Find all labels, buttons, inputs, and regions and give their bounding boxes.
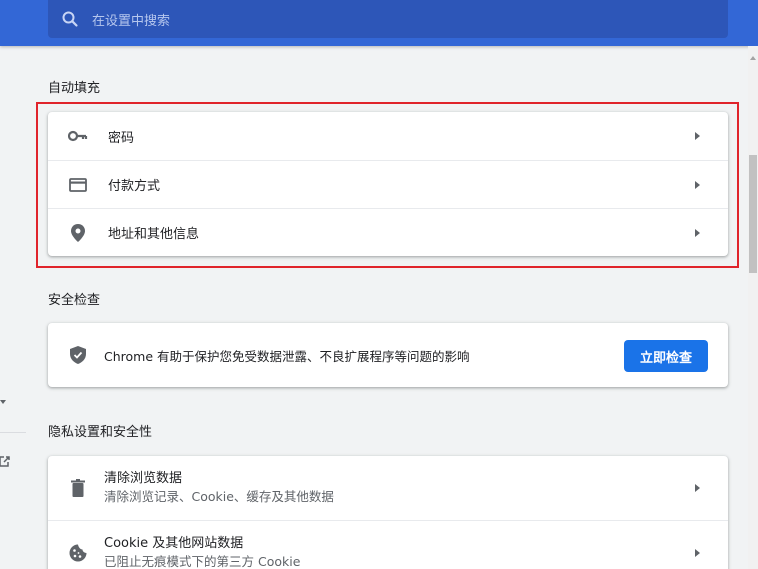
privacy-item-cookies[interactable]: Cookie 及其他网站数据 已阻止无痕模式下的第三方 Cookie <box>48 520 728 569</box>
chevron-right-icon <box>695 228 700 237</box>
chevron-right-icon <box>695 132 700 140</box>
safety-check-description: Chrome 有助于保护您免受数据泄露、不良扩展程序等问题的影响 <box>104 348 470 364</box>
autofill-item-label: 地址和其他信息 <box>108 227 200 242</box>
autofill-item-payment[interactable]: 付款方式 <box>48 160 728 208</box>
autofill-item-label: 密码 <box>108 130 135 146</box>
search-bar[interactable]: 在设置中搜索 <box>48 0 728 38</box>
sidebar-expand-icon[interactable] <box>0 400 6 404</box>
key-icon <box>68 126 88 146</box>
cookie-icon <box>68 543 88 563</box>
privacy-item-text: Cookie 及其他网站数据 已阻止无痕模式下的第三方 Cookie <box>104 535 300 569</box>
chevron-right-icon <box>695 484 700 492</box>
scrollbar-thumb[interactable] <box>749 155 757 273</box>
privacy-item-subtitle: 已阻止无痕模式下的第三方 Cookie <box>104 553 301 569</box>
location-pin-icon <box>68 223 88 243</box>
autofill-item-passwords[interactable]: 密码 <box>48 112 728 160</box>
scroll-up-arrow-icon[interactable] <box>750 56 756 60</box>
shield-check-icon <box>68 345 88 365</box>
search-input[interactable]: 在设置中搜索 <box>92 10 170 29</box>
settings-page: 在设置中搜索 自动填充 密码 付款方式 地址和其他信息 安全检查 Chrome … <box>0 0 758 569</box>
privacy-item-clear-data[interactable]: 清除浏览数据 清除浏览记录、Cookie、缓存及其他数据 <box>48 456 728 520</box>
chevron-right-icon <box>695 180 700 189</box>
privacy-item-title: 清除浏览数据 <box>104 471 183 486</box>
privacy-section-title: 隐私设置和安全性 <box>48 425 153 440</box>
privacy-card: 清除浏览数据 清除浏览记录、Cookie、缓存及其他数据 Cookie 及其他网… <box>48 456 728 569</box>
autofill-section-title: 自动填充 <box>48 81 101 96</box>
autofill-item-addresses[interactable]: 地址和其他信息 <box>48 208 728 256</box>
safety-check-row: Chrome 有助于保护您免受数据泄露、不良扩展程序等问题的影响 立即检查 <box>48 323 728 387</box>
trash-icon <box>68 478 88 498</box>
autofill-card: 密码 付款方式 地址和其他信息 <box>48 112 728 256</box>
chevron-right-icon <box>695 548 700 557</box>
privacy-item-title: Cookie 及其他网站数据 <box>104 535 244 551</box>
privacy-item-subtitle: 清除浏览记录、Cookie、缓存及其他数据 <box>104 489 334 504</box>
sidebar-divider <box>0 432 26 433</box>
open-external-icon[interactable] <box>0 452 10 467</box>
safety-card: Chrome 有助于保护您免受数据泄露、不良扩展程序等问题的影响 立即检查 <box>48 323 728 387</box>
autofill-item-label: 付款方式 <box>108 179 161 194</box>
search-icon <box>61 10 79 28</box>
credit-card-icon <box>68 175 88 195</box>
safety-section-title: 安全检查 <box>48 293 101 308</box>
scrollbar-track[interactable] <box>748 46 758 569</box>
check-now-button[interactable]: 立即检查 <box>624 340 708 372</box>
settings-header: 在设置中搜索 <box>0 0 758 46</box>
privacy-item-text: 清除浏览数据 清除浏览记录、Cookie、缓存及其他数据 <box>104 470 334 506</box>
